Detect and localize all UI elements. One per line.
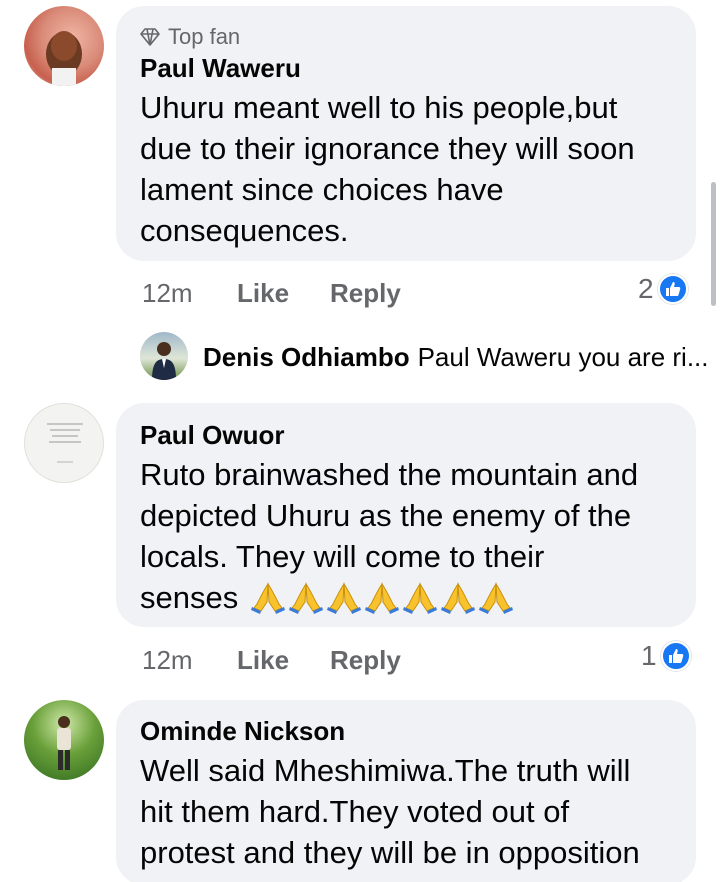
- diamond-icon: [140, 28, 160, 46]
- comment-text: Ruto brainwashed the mountain and depict…: [140, 457, 639, 615]
- top-fan-label: Top fan: [168, 24, 241, 49]
- avatar-paul-owuor[interactable]: [24, 403, 104, 483]
- like-button[interactable]: Like: [237, 645, 289, 676]
- comment-text: Well said Mheshimiwa.The truth will hit …: [140, 753, 640, 870]
- reply-author[interactable]: Denis Odhiambo: [203, 342, 410, 373]
- reply-button[interactable]: Reply: [330, 278, 401, 309]
- avatar-denis-odhiambo[interactable]: [140, 332, 188, 380]
- comment-timestamp[interactable]: 12m: [142, 645, 193, 676]
- reaction-summary[interactable]: 2: [638, 273, 688, 305]
- comment-author[interactable]: Ominde Nickson: [140, 716, 345, 747]
- avatar-ominde-nickson[interactable]: [24, 700, 104, 780]
- folded-hands-icon: [288, 582, 323, 614]
- comment-timestamp[interactable]: 12m: [142, 278, 193, 309]
- reply-button[interactable]: Reply: [330, 645, 401, 676]
- reply-preview[interactable]: Denis Odhiambo Paul Waweru you are ri...: [203, 342, 709, 373]
- scrollbar[interactable]: [711, 182, 716, 306]
- folded-hands-icon: [440, 582, 475, 614]
- reply-snippet: Paul Waweru you are ri...: [417, 342, 709, 372]
- reaction-count: 1: [641, 640, 657, 671]
- folded-hands-icon: [250, 582, 285, 614]
- thumbs-up-icon: [660, 641, 691, 671]
- reaction-count: 2: [638, 273, 654, 304]
- avatar-paul-waweru[interactable]: [24, 6, 104, 86]
- comment-author[interactable]: Paul Waweru: [140, 53, 301, 84]
- comment-text: Uhuru meant well to his people,but due t…: [140, 90, 635, 248]
- folded-hands-icon: [402, 582, 437, 614]
- folded-hands-icon: [326, 582, 361, 614]
- comment-author[interactable]: Paul Owuor: [140, 420, 284, 451]
- reaction-summary[interactable]: 1: [641, 640, 691, 672]
- top-fan-badge: Top fan: [140, 24, 240, 50]
- like-button[interactable]: Like: [237, 278, 289, 309]
- folded-hands-icon: [478, 582, 513, 614]
- thumbs-up-icon: [657, 274, 688, 304]
- folded-hands-icon: [364, 582, 399, 614]
